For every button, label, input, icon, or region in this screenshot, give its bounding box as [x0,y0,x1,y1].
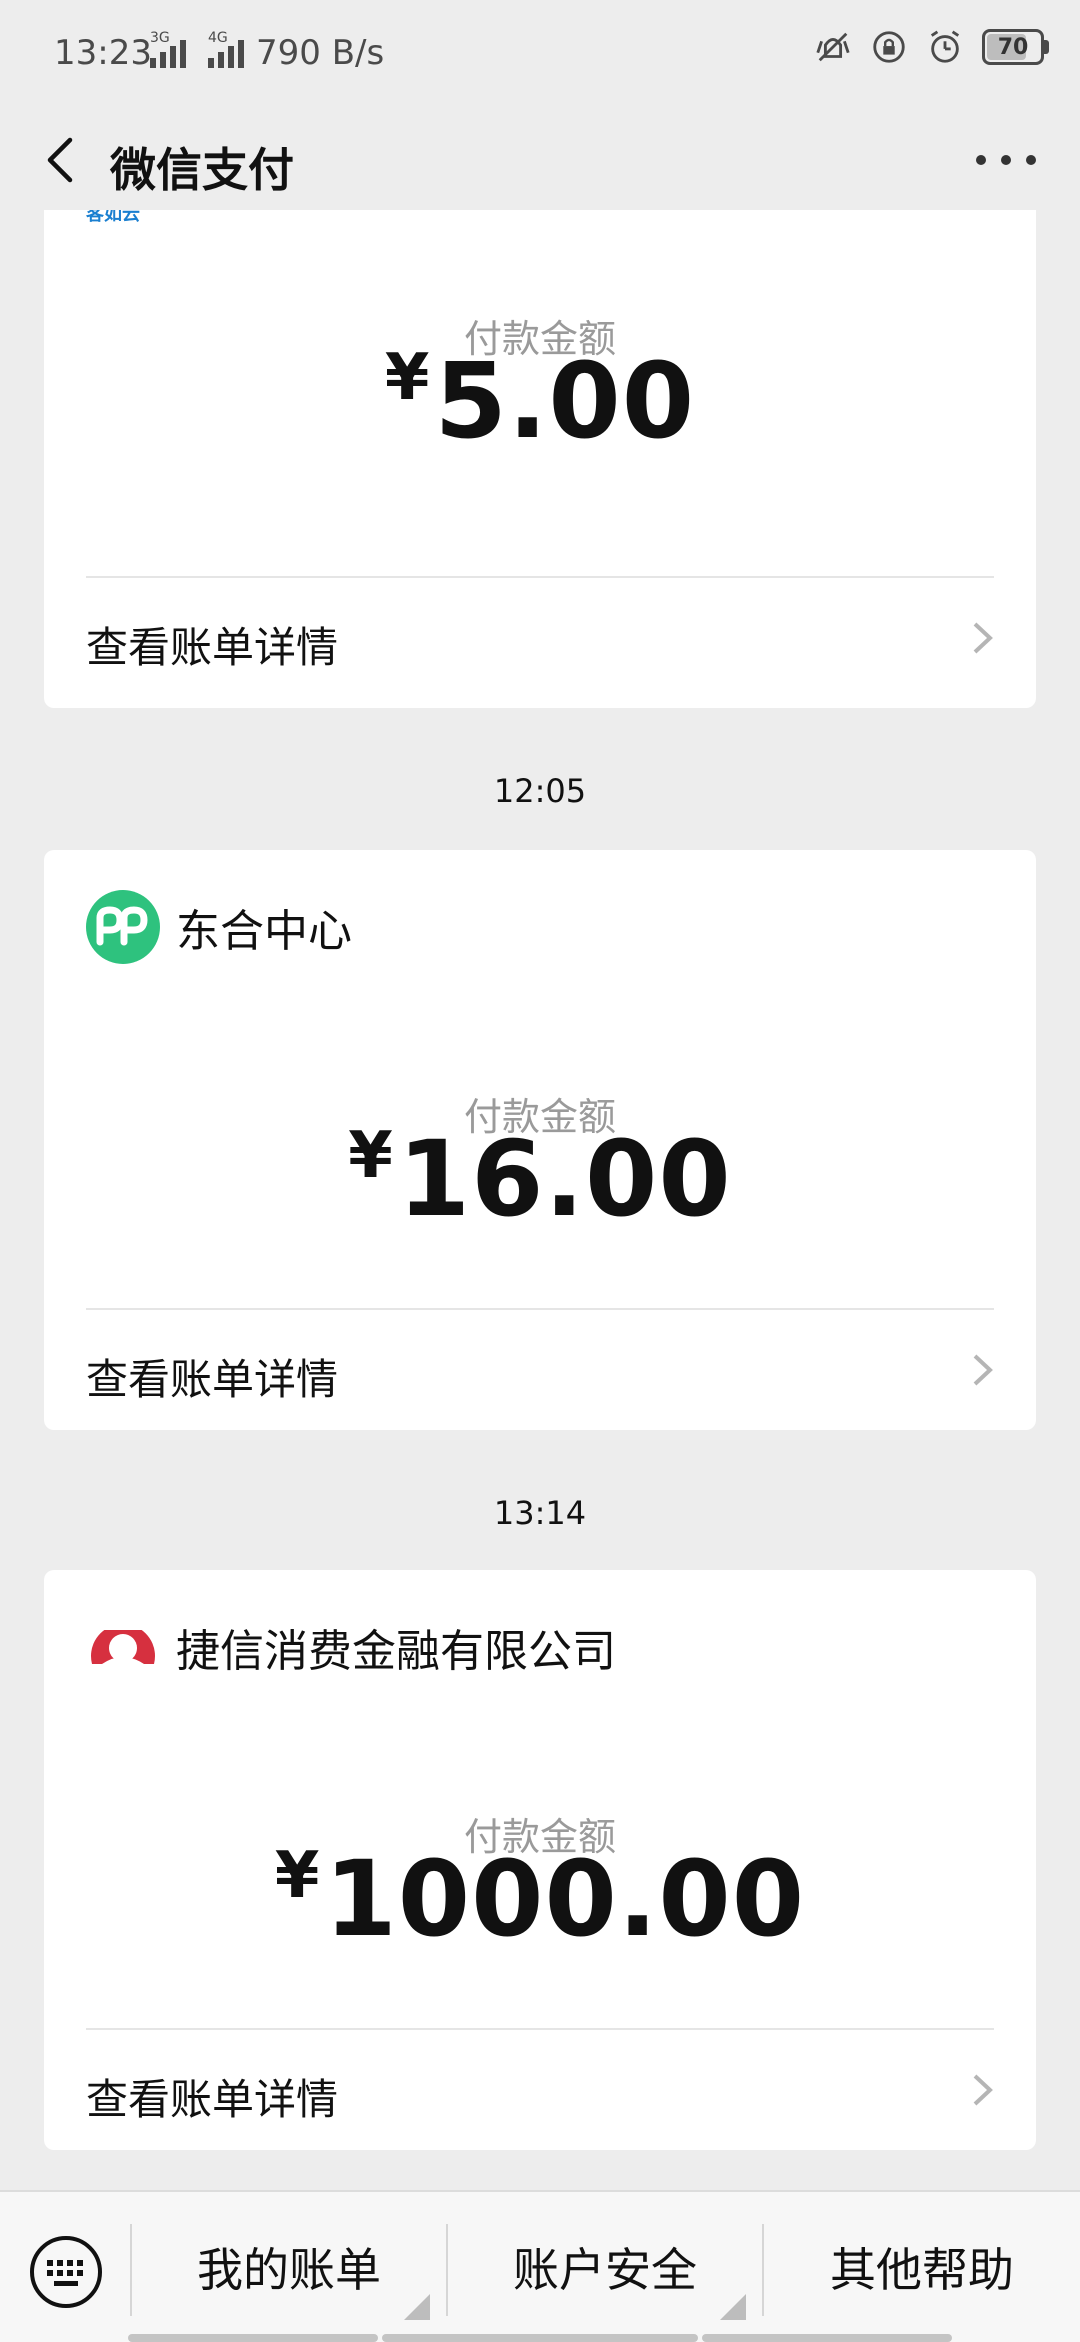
menu-other-help-label: 其他帮助 [830,2243,1014,2297]
message-timestamp: 12:05 [493,772,587,810]
view-bill-details-button[interactable]: 查看账单详情 [44,1310,1036,1430]
amount-value: ¥1000.00 [44,1838,1036,1960]
view-bill-details-label: 查看账单详情 [86,1355,339,1404]
payment-card: 客如云 付款金额 ¥5.00 查看账单详情 [44,210,1036,708]
payment-card: 东合中心 付款金额 ¥16.00 查看账单详情 [44,850,1036,1430]
status-time: 13:23 [54,33,152,73]
menu-my-bills-label: 我的账单 [197,2243,381,2297]
vibrate-icon [816,32,850,62]
nav-gesture-bar [128,2334,378,2342]
submenu-indicator-icon [720,2294,746,2320]
menu-account-security[interactable]: 账户安全 [448,2192,762,2342]
more-dot-icon [1026,155,1036,165]
page-title: 微信支付 [110,143,294,197]
menu-my-bills[interactable]: 我的账单 [132,2192,446,2342]
merchant-logo-pp-icon [86,890,160,964]
network-speed: 790 B/s [256,33,385,73]
view-bill-details-label: 查看账单详情 [86,623,339,672]
signal-3g-icon: 3G [150,30,186,68]
payment-card: 捷信消费金融有限公司 付款金额 ¥1000.00 查看账单详情 [44,1570,1036,2150]
message-list[interactable]: 客如云 付款金额 ¥5.00 查看账单详情 12:05 东合中心 付款金额 ¥1… [0,210,1080,2190]
amount-value: ¥5.00 [44,340,1036,462]
amount-number: 16.00 [397,1118,732,1240]
amount-number: 1000.00 [324,1838,806,1960]
view-bill-details-button[interactable]: 查看账单详情 [44,578,1036,698]
nav-gesture-bar [702,2334,952,2342]
currency-symbol: ¥ [274,1839,321,1913]
battery-icon: 70 [982,29,1049,65]
amount-number: 5.00 [434,340,696,462]
currency-symbol: ¥ [384,341,431,415]
merchant-row: 捷信消费金融有限公司 [86,1610,616,1684]
submenu-indicator-icon [404,2294,430,2320]
more-dot-icon [1001,155,1011,165]
merchant-name: 捷信消费金融有限公司 [176,1626,616,1677]
alarm-icon [930,30,960,63]
status-bar: 13:23 3G 4G 790 B/s 70 [0,0,1080,110]
view-bill-details-button[interactable]: 查看账单详情 [44,2030,1036,2150]
more-options-button[interactable] [976,138,1036,182]
merchant-row: 客如云 [86,210,162,226]
view-bill-details-label: 查看账单详情 [86,2075,339,2124]
chevron-right-icon [973,2074,993,2106]
signal-4g-icon: 4G [208,30,244,68]
bottom-menu-bar: 我的账单 账户安全 其他帮助 [0,2190,1080,2342]
lock-rotation-icon [873,31,905,63]
chevron-right-icon [973,1354,993,1386]
more-dot-icon [976,155,986,165]
nav-gesture-bar [382,2334,698,2342]
amount-value: ¥16.00 [44,1118,1036,1240]
merchant-logo-homecredit-icon [91,1630,155,1664]
menu-account-security-label: 账户安全 [513,2243,697,2297]
message-timestamp: 13:14 [493,1494,587,1532]
menu-other-help[interactable]: 其他帮助 [764,2192,1080,2342]
nav-header: 微信支付 [0,110,1080,210]
merchant-logo-keruyun-icon: 客如云 [86,210,140,225]
merchant-name: 东合中心 [176,906,352,957]
chevron-right-icon [973,622,993,654]
back-arrow-icon[interactable] [34,130,90,190]
merchant-row: 东合中心 [86,890,352,964]
keyboard-icon[interactable] [28,2234,104,2310]
currency-symbol: ¥ [348,1119,394,1193]
